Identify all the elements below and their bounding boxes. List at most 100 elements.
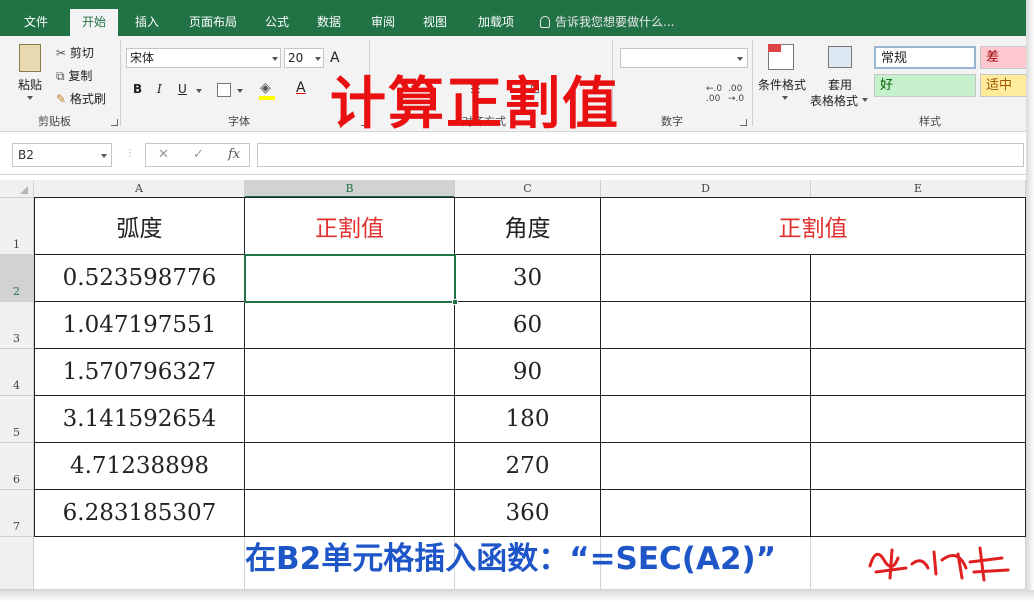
cell-e2[interactable] — [811, 255, 1026, 302]
column-header-d[interactable]: D — [601, 180, 811, 198]
font-name-select[interactable]: 宋体 — [126, 48, 281, 68]
tab-insert[interactable]: 插入 — [124, 9, 170, 36]
cell-b4[interactable] — [245, 349, 455, 396]
increase-font-icon[interactable]: A — [330, 50, 340, 66]
cell-b1[interactable]: 正割值 — [245, 198, 455, 255]
fill-color-icon[interactable]: ◈ — [260, 80, 271, 96]
active-cell-selection — [244, 254, 456, 303]
enter-icon[interactable]: ✓ — [193, 144, 204, 166]
borders-icon[interactable] — [217, 83, 231, 97]
fill-handle[interactable] — [452, 299, 458, 305]
cell-c6[interactable]: 270 — [455, 443, 601, 490]
cell-d7[interactable] — [601, 490, 811, 537]
cell-c1[interactable]: 角度 — [455, 198, 601, 255]
row-header-4[interactable]: 4 — [0, 349, 34, 396]
cell-a4[interactable]: 1.570796327 — [35, 349, 245, 396]
cut-button[interactable]: ✂ 剪切 — [56, 44, 94, 61]
tab-home[interactable]: 开始 — [70, 9, 118, 36]
tab-formulas[interactable]: 公式 — [254, 9, 300, 36]
cell-c2[interactable]: 30 — [455, 255, 601, 302]
insert-function-icon[interactable]: fx — [228, 144, 240, 166]
formula-bar-grip-icon: ⋮ — [125, 148, 135, 159]
font-color-icon[interactable]: A — [296, 80, 306, 96]
row-header-1[interactable]: 1 — [0, 198, 34, 255]
cancel-icon[interactable]: ✕ — [158, 144, 169, 166]
cell-d4[interactable] — [601, 349, 811, 396]
increase-decimal-icon[interactable]: ←.0.00 — [706, 84, 722, 104]
column-header-e[interactable]: E — [811, 180, 1026, 198]
style-bad[interactable]: 差 — [980, 46, 1028, 69]
formula-buttons: ✕ ✓ fx — [145, 143, 250, 167]
number-launcher-icon[interactable] — [740, 119, 747, 126]
tab-review[interactable]: 审阅 — [360, 9, 406, 36]
number-format-select[interactable] — [620, 48, 748, 68]
number-group-label: 数字 — [661, 115, 683, 128]
tell-me-search[interactable]: 告诉我您想要做什么... — [540, 9, 674, 36]
select-all-corner[interactable] — [0, 180, 34, 198]
cell-e3[interactable] — [811, 302, 1026, 349]
cell-a7[interactable]: 6.283185307 — [35, 490, 245, 537]
row-header-2[interactable]: 2 — [0, 255, 34, 302]
cell-d3[interactable] — [601, 302, 811, 349]
ribbon-home: 粘贴 ✂ 剪切 ⧉ 复制 ✎ 格式刷 剪贴板 宋体 20 A B I U ◈ A… — [0, 36, 1034, 137]
tab-view[interactable]: 视图 — [412, 9, 458, 36]
cell-a8[interactable] — [34, 537, 245, 590]
style-neutral[interactable]: 适中 — [980, 74, 1028, 97]
cell-d6[interactable] — [601, 443, 811, 490]
cell-e4[interactable] — [811, 349, 1026, 396]
cell-a1[interactable]: 弧度 — [35, 198, 245, 255]
copy-button[interactable]: ⧉ 复制 — [56, 67, 92, 84]
row-header-6[interactable]: 6 — [0, 443, 34, 490]
style-good[interactable]: 好 — [874, 74, 976, 97]
cell-a2[interactable]: 0.523598776 — [35, 255, 245, 302]
underline-button[interactable]: U — [178, 82, 187, 96]
style-normal[interactable]: 常规 — [874, 46, 976, 69]
tab-data[interactable]: 数据 — [306, 9, 352, 36]
font-size-dropdown-icon — [315, 57, 321, 61]
tab-addins[interactable]: 加载项 — [466, 9, 526, 36]
cell-c5[interactable]: 180 — [455, 396, 601, 443]
cell-d5[interactable] — [601, 396, 811, 443]
paste-dropdown-icon — [27, 96, 33, 100]
format-painter-button[interactable]: ✎ 格式刷 — [56, 90, 106, 107]
cell-a6[interactable]: 4.71238898 — [35, 443, 245, 490]
name-box[interactable]: B2 — [12, 143, 112, 167]
cell-d2[interactable] — [601, 255, 811, 302]
bold-button[interactable]: B — [133, 82, 142, 96]
conditional-format-label: 条件格式 — [758, 78, 807, 92]
decrease-decimal-icon[interactable]: .00 →.0 — [728, 84, 744, 104]
cell-b5[interactable] — [245, 396, 455, 443]
column-header-b[interactable]: B — [245, 180, 455, 198]
row-header-8[interactable] — [0, 537, 34, 590]
row-header-3[interactable]: 3 — [0, 302, 34, 349]
paintbrush-icon: ✎ — [56, 92, 67, 106]
formula-input[interactable] — [257, 143, 1024, 167]
cell-e7[interactable] — [811, 490, 1026, 537]
cell-c4[interactable]: 90 — [455, 349, 601, 396]
cell-a3[interactable]: 1.047197551 — [35, 302, 245, 349]
cut-label: 剪切 — [69, 46, 94, 60]
cell-d1-e1-merged[interactable]: 正割值 — [601, 198, 1026, 255]
cell-c3[interactable]: 60 — [455, 302, 601, 349]
cell-c7[interactable]: 360 — [455, 490, 601, 537]
cell-a5[interactable]: 3.141592654 — [35, 396, 245, 443]
clipboard-launcher-icon[interactable] — [111, 119, 118, 126]
copy-label: 复制 — [68, 69, 93, 83]
cell-b7[interactable] — [245, 490, 455, 537]
name-box-dropdown-icon[interactable] — [101, 154, 107, 158]
group-divider — [752, 40, 753, 126]
frame-shadow-bottom — [0, 590, 1034, 602]
tab-page-layout[interactable]: 页面布局 — [180, 9, 246, 36]
cell-e5[interactable] — [811, 396, 1026, 443]
italic-button[interactable]: I — [157, 82, 162, 96]
cell-b3[interactable] — [245, 302, 455, 349]
row-header-5[interactable]: 5 — [0, 396, 34, 443]
cell-b6[interactable] — [245, 443, 455, 490]
cell-e6[interactable] — [811, 443, 1026, 490]
column-header-c[interactable]: C — [455, 180, 601, 198]
tab-file[interactable]: 文件 — [12, 9, 60, 36]
column-header-a[interactable]: A — [34, 180, 245, 198]
font-name-dropdown-icon — [272, 57, 278, 61]
row-header-7[interactable]: 7 — [0, 490, 34, 537]
group-divider — [120, 40, 121, 126]
